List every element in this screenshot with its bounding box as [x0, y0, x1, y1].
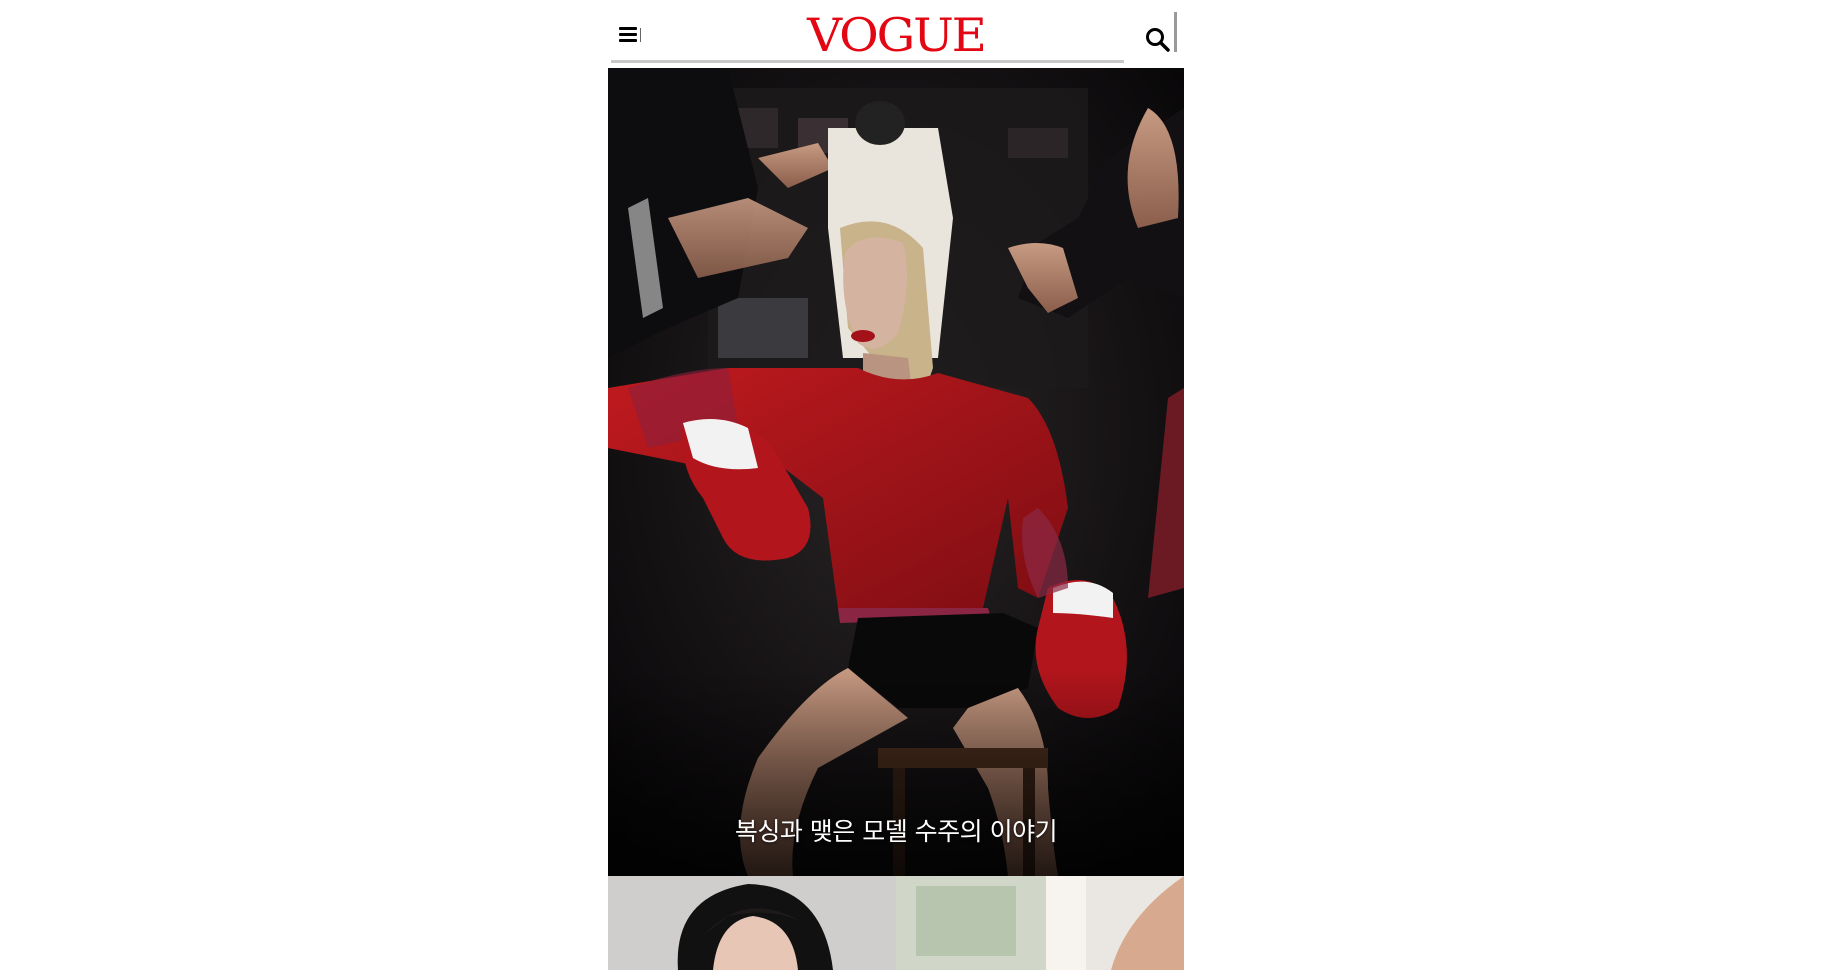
hero-headline[interactable]: 복싱과 맺은 모델 수주의 이야기	[608, 812, 1184, 848]
hero-article[interactable]: 복싱과 맺은 모델 수주의 이야기	[608, 68, 1184, 876]
article-thumbnail-image	[608, 876, 896, 970]
article-thumbnail-image	[896, 876, 1184, 970]
search-icon	[1146, 28, 1170, 52]
hero-image	[608, 68, 1184, 876]
vogue-logo[interactable]: VOGUE	[608, 8, 1184, 62]
search-button[interactable]	[1144, 26, 1172, 54]
related-article-card[interactable]	[896, 876, 1184, 970]
mobile-viewport: VOGUE 복싱과 맺은 모델 수주의 이야기	[608, 0, 1184, 970]
related-article-card[interactable]	[608, 876, 896, 970]
page: VOGUE 복싱과 맺은 모델 수주의 이야기	[0, 0, 1840, 970]
site-header: VOGUE	[608, 0, 1184, 68]
scrollbar-indicator	[1174, 12, 1177, 52]
header-divider	[611, 60, 1124, 63]
